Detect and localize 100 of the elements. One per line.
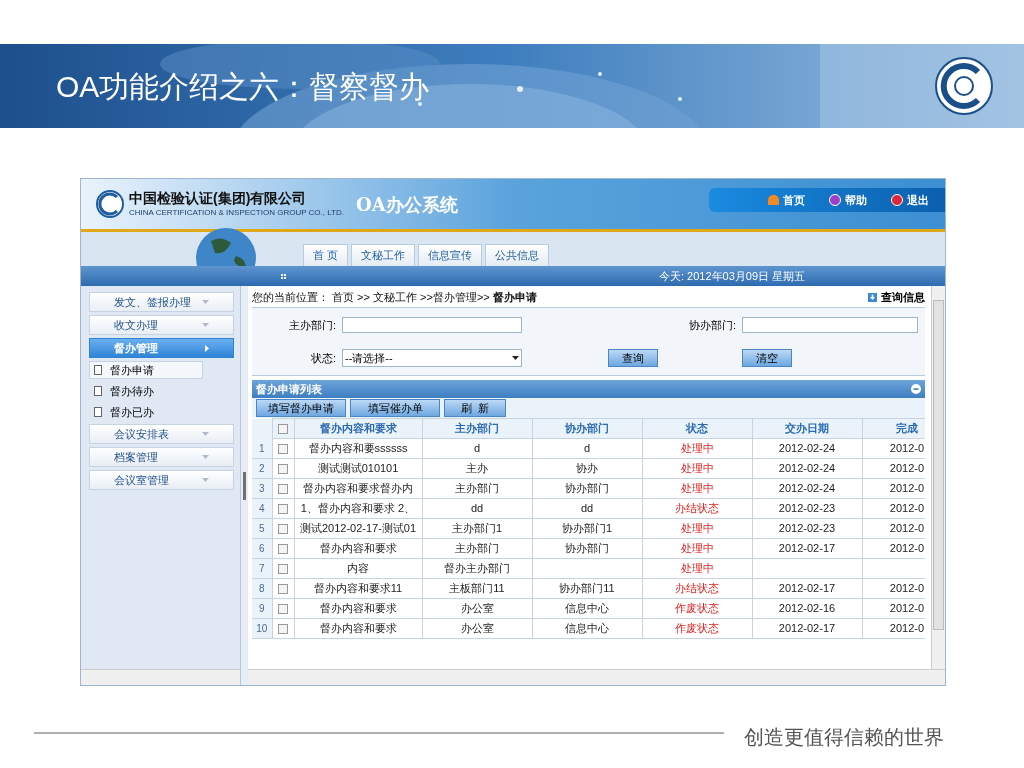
top-link[interactable]: 首页 (768, 191, 805, 209)
document-icon (94, 407, 102, 417)
select-all-checkbox[interactable] (278, 424, 288, 435)
table-cell: 督办主办部门 (444, 562, 510, 575)
main-dept-input[interactable] (342, 316, 522, 333)
table-cell: 2012-0 (889, 482, 925, 495)
sidebar-menu[interactable]: 发文、签报办理 (89, 292, 234, 312)
grip-icon (281, 273, 286, 279)
row-checkbox[interactable] (278, 444, 288, 455)
table-cell: 督办内容和要求 (319, 602, 397, 615)
table-cell: 协办部门 (565, 542, 609, 555)
table-cell: 处理中 (680, 542, 714, 555)
company-logo-icon (95, 189, 125, 219)
column-header[interactable]: 主办部门 (422, 418, 532, 439)
caret-down-icon (202, 432, 209, 436)
table-cell: 协办部门 (565, 482, 609, 495)
table-cell: 2012-02-17 (778, 582, 836, 595)
column-header[interactable]: 交办日期 (752, 418, 862, 439)
sidebar-menu[interactable]: 会议安排表 (89, 424, 234, 444)
table-cell: 2012-02-23 (778, 502, 836, 515)
table-cell: 处理中 (680, 462, 714, 475)
splitter-handle[interactable] (241, 286, 248, 685)
table-cell: 办公室 (460, 622, 494, 635)
query-button[interactable]: 查询 (608, 349, 658, 368)
table-cell: 2012-02-17 (778, 542, 836, 555)
column-header[interactable]: 协办部门 (532, 418, 642, 439)
company-name-english: CHINA CERTIFICATION & INSPECTION GROUP CO., LTD. (129, 207, 344, 218)
row-number: 3 (252, 478, 272, 499)
row-checkbox[interactable] (278, 524, 288, 535)
row-checkbox[interactable] (278, 484, 288, 495)
row-checkbox[interactable] (278, 544, 288, 555)
table-cell: 2012-0 (889, 542, 925, 555)
table-cell: 协办部门1 (561, 522, 613, 535)
submenu-item[interactable]: 督办申请 (89, 361, 203, 379)
table-cell: 处理中 (680, 482, 714, 495)
table-cell: 2012-02-24 (778, 462, 836, 475)
assist-dept-input[interactable] (742, 316, 918, 333)
table-cell: 处理中 (680, 442, 714, 455)
field-label: 协办部门: (687, 317, 737, 333)
collapse-icon[interactable] (911, 384, 921, 394)
table-cell: 处理中 (680, 562, 714, 575)
column-header[interactable]: 完成 (862, 418, 925, 439)
submenu-item[interactable]: 督办已办 (89, 403, 203, 421)
table-cell: 主板部门11 (449, 582, 505, 595)
row-checkbox[interactable] (278, 464, 288, 475)
document-icon (94, 365, 102, 375)
table-cell: 督办内容和要求11 (313, 582, 403, 595)
table-cell: 2012-0 (889, 582, 925, 595)
toolbar-button[interactable]: 填写督办申请 (256, 399, 346, 417)
caret-down-icon (202, 455, 209, 459)
table-cell: 督办内容和要求 (319, 542, 397, 555)
sidebar-menu[interactable]: 档案管理 (89, 447, 234, 467)
system-name: OA办公系统 (356, 192, 458, 217)
status-select[interactable]: --请选择-- (342, 349, 522, 368)
field-label: 状态: (309, 351, 337, 366)
row-checkbox[interactable] (278, 624, 288, 635)
row-number: 10 (252, 618, 272, 639)
row-number: 4 (252, 498, 272, 519)
company-name: 中国检验认证(集团)有限公司 (129, 190, 308, 208)
row-number: 5 (252, 518, 272, 539)
field-label: 主办部门: (287, 317, 337, 333)
nav-tab[interactable]: 首 页 (303, 244, 349, 266)
table-cell: 办结状态 (675, 582, 719, 595)
toolbar-button[interactable]: 填写催办单 (350, 399, 440, 417)
column-header[interactable]: 状态 (642, 418, 752, 439)
nav-tab[interactable]: 信息宣传 (418, 244, 483, 266)
row-checkbox[interactable] (278, 604, 288, 615)
table-cell: 信息中心 (565, 602, 609, 615)
house-icon (768, 195, 779, 205)
row-number: 1 (252, 438, 272, 459)
sidebar-menu[interactable]: 会议室管理 (89, 470, 234, 490)
sidebar-menu[interactable]: 收文办理 (89, 315, 234, 335)
column-header[interactable]: 督办内容和要求 (294, 418, 422, 439)
table-cell: 协办部门11 (559, 582, 615, 595)
top-link[interactable]: 退出 (891, 191, 929, 209)
row-number: 8 (252, 578, 272, 599)
submenu-item[interactable]: 督办待办 (89, 382, 203, 400)
date-text: 今天: 2012年03月09日 星期五 (659, 268, 806, 284)
nav-tab[interactable]: 公共信息 (485, 244, 550, 266)
table-cell: 督办内容和要ssssss (308, 442, 408, 455)
caret-down-icon (202, 478, 209, 482)
nav-tab[interactable]: 文秘工作 (351, 244, 416, 266)
table-cell: 2012-02-17 (778, 622, 836, 635)
clear-button[interactable]: 清空 (742, 349, 792, 368)
top-link[interactable]: 帮助 (829, 191, 867, 209)
table-cell: 办结状态 (675, 502, 719, 515)
help-icon (829, 194, 841, 206)
table-cell: 2012-0 (889, 442, 925, 455)
table-cell: dd (470, 502, 484, 515)
query-info-link[interactable]: 查询信息 (881, 289, 925, 306)
table-cell: 协办 (576, 462, 598, 475)
row-number: 6 (252, 538, 272, 559)
row-checkbox[interactable] (278, 584, 288, 595)
table-cell: 处理中 (680, 522, 714, 535)
list-title: 督办申请列表 (256, 381, 322, 397)
toolbar-button[interactable]: 刷 新 (444, 399, 506, 417)
row-checkbox[interactable] (278, 504, 288, 515)
row-checkbox[interactable] (278, 564, 288, 575)
table-cell: 2012-02-23 (778, 522, 836, 535)
row-number: 2 (252, 458, 272, 479)
